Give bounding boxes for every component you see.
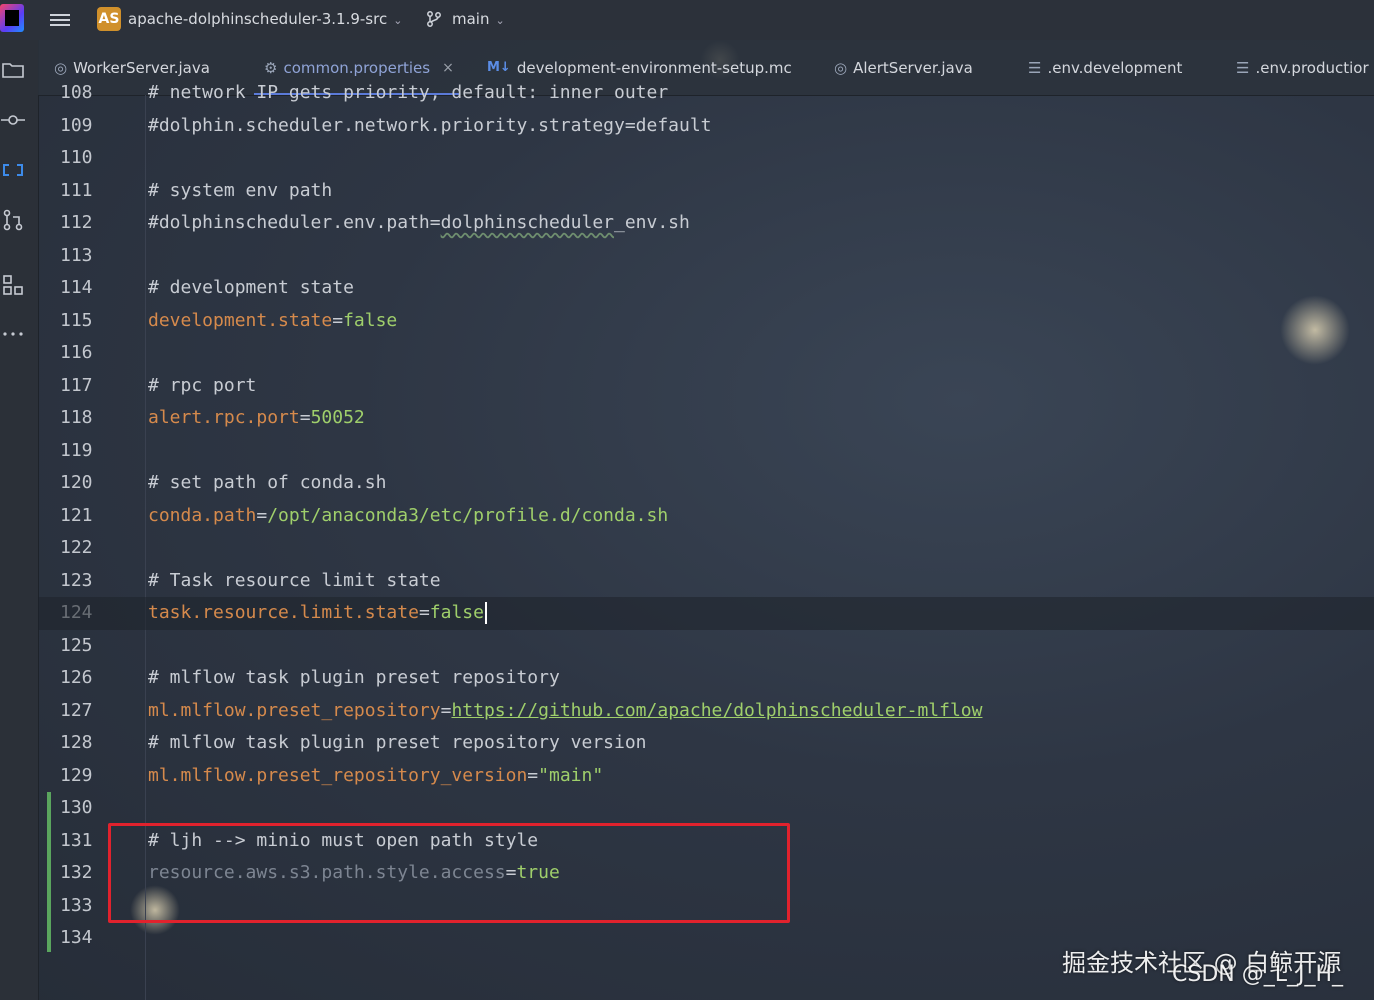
tab-label: WorkerServer.java [73,58,210,77]
equals-sign: = [440,700,452,721]
code-text: _env.sh [614,212,690,233]
line-number: 112 [60,212,93,233]
property-key: ml.mlflow.preset_repository [148,700,441,721]
tab-env-development[interactable]: ☰ .env.development [1028,40,1182,95]
git-branch-icon[interactable] [425,10,443,28]
line-number: 108 [60,82,93,103]
ide-logo-icon[interactable] [0,4,24,32]
equals-sign: = [332,310,344,331]
text-caret [484,602,487,624]
code-line-120[interactable]: # set path of conda.sh [148,472,386,502]
code-line-117[interactable]: # rpc port [148,375,256,405]
commit-icon[interactable] [1,108,25,132]
code-line-111[interactable]: # system env path [148,180,332,210]
line-number: 116 [60,342,93,363]
branch-selector[interactable]: main ⌄ [452,10,505,28]
tab-label: .env.productior [1255,58,1369,77]
equals-sign: = [256,505,268,526]
text-file-icon: ☰ [1236,58,1250,77]
project-name: apache-dolphinscheduler-3.1.9-src [128,10,388,28]
equals-sign: = [418,602,430,623]
equals-sign: = [527,765,539,786]
line-number: 125 [60,635,93,656]
line-number: 117 [60,375,93,396]
csdn-watermark: CSDN @_L_J_H_ [1172,962,1344,987]
line-number: 111 [60,180,93,201]
line-number: 134 [60,927,93,948]
close-icon[interactable]: × [442,60,454,76]
project-folder-icon[interactable] [1,58,25,82]
tab-label: development-environment-setup.mc [516,58,792,77]
property-key: task.resource.limit.state [148,602,419,623]
code-line-118[interactable]: alert.rpc.port=50052 [148,407,365,437]
tab-label: .env.development [1047,58,1183,77]
code-line-126[interactable]: # mlflow task plugin preset repository [148,667,560,697]
property-key: ml.mlflow.preset_repository_version [148,765,528,786]
line-number: 110 [60,147,93,168]
property-value: /opt/anaconda3/etc/profile.d/conda.sh [267,505,669,526]
title-bar: AS apache-dolphinscheduler-3.1.9-src ⌄ ma… [0,0,1374,40]
tab-label: common.properties [283,58,431,77]
equals-sign: = [299,407,311,428]
line-number: 113 [60,245,93,266]
line-number: 114 [60,277,93,298]
code-line-121[interactable]: conda.path=/opt/anaconda3/etc/profile.d/… [148,505,668,535]
markdown-icon: M↓ [487,60,511,75]
code-line-114[interactable]: # development state [148,277,354,307]
main-menu-icon[interactable] [50,11,70,29]
line-number: 127 [60,700,93,721]
run-configurations-icon[interactable] [1,158,25,182]
code-line-109[interactable]: #dolphin.scheduler.network.priority.stra… [148,115,712,145]
typo-highlight: dolphinscheduler [440,212,614,233]
code-line-115[interactable]: development.state=false [148,310,397,340]
git-added-marker[interactable] [47,792,51,952]
tab-label: AlertServer.java [853,58,973,77]
line-number: 129 [60,765,93,786]
code-line-128[interactable]: # mlflow task plugin preset repository v… [148,732,647,762]
ide-window: AS apache-dolphinscheduler-3.1.9-src ⌄ ma… [0,0,1374,1000]
line-number: 119 [60,440,93,461]
code-text: #dolphinscheduler.env.path= [148,212,441,233]
tab-alertserver-java[interactable]: ◎ AlertServer.java [834,40,973,95]
line-number: 118 [60,407,93,428]
gear-icon: ⚙ [264,58,278,77]
line-number: 109 [60,115,93,136]
line-number: 121 [60,505,93,526]
structure-icon[interactable] [1,273,25,297]
chevron-down-icon: ⌄ [393,14,403,27]
pull-requests-icon[interactable] [1,208,25,232]
property-value: false [429,602,484,623]
java-class-icon: ◎ [834,58,848,77]
line-number: 126 [60,667,93,688]
project-selector[interactable]: apache-dolphinscheduler-3.1.9-src ⌄ [128,10,402,28]
line-number: 130 [60,797,93,818]
repository-link[interactable]: https://github.com/apache/dolphinschedul… [451,700,982,721]
annotation-highlight-box [108,823,790,923]
line-number: 120 [60,472,93,493]
property-key: conda.path [148,505,257,526]
tool-window-strip [0,40,39,1000]
chevron-down-icon: ⌄ [495,14,505,27]
property-key: alert.rpc.port [148,407,300,428]
code-line-129[interactable]: ml.mlflow.preset_repository_version="mai… [148,765,603,795]
line-number: 128 [60,732,93,753]
tab-env-production[interactable]: ☰ .env.productior [1236,40,1369,95]
property-value: 50052 [310,407,365,428]
code-line-123[interactable]: # Task resource limit state [148,570,441,600]
line-number: 123 [60,570,93,591]
property-value: "main" [538,765,604,786]
java-class-icon: ◎ [54,58,68,77]
property-key: development.state [148,310,333,331]
code-line-124[interactable]: task.resource.limit.state=false [148,602,487,632]
code-line-127[interactable]: ml.mlflow.preset_repository=https://gith… [148,700,982,730]
more-tools-icon[interactable] [1,322,25,346]
project-badge[interactable]: AS [97,7,121,31]
branch-name: main [452,10,490,28]
code-line-112[interactable]: #dolphinscheduler.env.path=dolphinschedu… [148,212,690,242]
text-file-icon: ☰ [1028,58,1042,77]
code-line-108[interactable]: # network IP gets priority, default: inn… [148,82,668,112]
property-value: false [343,310,398,331]
line-number: 115 [60,310,93,331]
line-number: 122 [60,537,93,558]
